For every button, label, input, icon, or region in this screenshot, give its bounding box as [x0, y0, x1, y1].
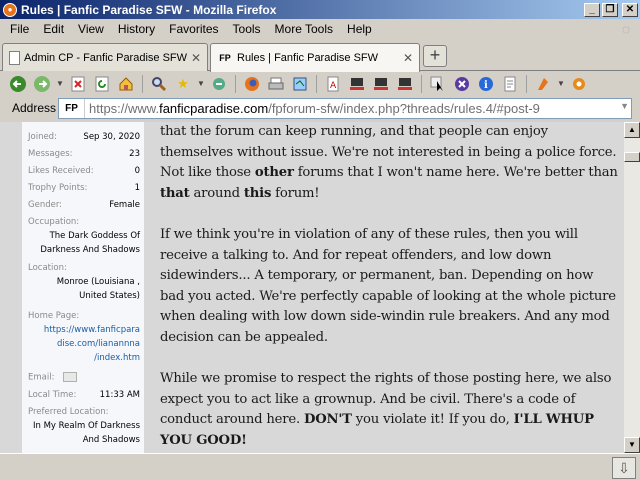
likes-row: Likes Received: 0: [28, 166, 140, 176]
tab-admin-cp[interactable]: Admin CP - Fanfic Paradise SFW ✕: [2, 43, 208, 71]
restore-button[interactable]: ❐: [602, 2, 618, 17]
scroll-down-icon[interactable]: ▼: [624, 437, 640, 453]
reload-icon[interactable]: [92, 74, 112, 94]
navigation-toolbar: ▼ ★ ▼ A i ▼: [0, 71, 640, 96]
svg-text:i: i: [484, 80, 488, 91]
firefox-icon[interactable]: [242, 74, 262, 94]
menu-help[interactable]: Help: [341, 22, 380, 36]
firefox-icon: ●: [3, 2, 17, 17]
stop-icon[interactable]: [68, 74, 88, 94]
joined-row: Joined: Sep 30, 2020: [28, 132, 140, 142]
pdf-icon[interactable]: A: [323, 74, 343, 94]
preferred-location-block: Preferred Location: In My Realm Of Darkn…: [28, 407, 140, 445]
throbber-icon: ◌: [621, 21, 631, 37]
post-paragraph-3: While we promise to respect the rights o…: [160, 371, 612, 448]
address-label: Address: [12, 101, 57, 115]
fp-favicon-icon: FP: [59, 99, 85, 118]
close-tab-icon[interactable]: ✕: [403, 51, 413, 65]
page-content: Joined: Sep 30, 2020 Messages: 23 Likes …: [0, 122, 624, 453]
svg-text:A: A: [330, 81, 337, 91]
vertical-scrollbar[interactable]: ▲ ▼: [624, 122, 640, 453]
close-tab-icon[interactable]: ✕: [191, 51, 201, 65]
window-titlebar: ● Rules | Fanfic Paradise SFW - Mozilla …: [0, 0, 640, 19]
url-text[interactable]: https://www.fanficparadise.com/fpforum-s…: [89, 101, 540, 116]
email-icon[interactable]: [63, 372, 78, 382]
close-icon[interactable]: [452, 74, 472, 94]
tab-strip: Admin CP - Fanfic Paradise SFW ✕ FP Rule…: [0, 39, 640, 72]
user-info-sidebar: Joined: Sep 30, 2020 Messages: 23 Likes …: [22, 122, 144, 453]
fp-favicon-icon: FP: [219, 53, 231, 63]
notes-icon[interactable]: [500, 74, 520, 94]
gender-row: Gender: Female: [28, 200, 140, 210]
search-icon[interactable]: [149, 74, 169, 94]
post-paragraph-2: If we think you're in violation of any o…: [160, 227, 616, 345]
url-input[interactable]: FP https://www.fanficparadise.com/fpforu…: [58, 98, 632, 119]
back-icon[interactable]: [8, 74, 28, 94]
status-bar: ⇩: [0, 453, 640, 480]
info-icon[interactable]: i: [476, 74, 496, 94]
email-row: Email:: [28, 372, 140, 383]
menu-favorites[interactable]: Favorites: [163, 22, 226, 36]
addon-dropdown-icon[interactable]: ▼: [557, 79, 565, 88]
homepage-block: Home Page: https://www.fanficpara dise.co…: [28, 311, 140, 365]
bookmark-star-icon[interactable]: ★: [173, 74, 193, 94]
post-text: that the forum can keep running, and tha…: [160, 122, 620, 453]
computer-icon[interactable]: [371, 74, 391, 94]
computer-icon[interactable]: [347, 74, 367, 94]
history-dropdown-icon[interactable]: ▼: [56, 79, 64, 88]
address-bar: Address FP https://www.fanficparadise.co…: [0, 96, 640, 120]
scroll-thumb[interactable]: [624, 152, 640, 162]
refresh-icon[interactable]: [209, 74, 229, 94]
menu-view[interactable]: View: [72, 22, 112, 36]
close-window-button[interactable]: ✕: [622, 2, 638, 17]
menu-edit[interactable]: Edit: [37, 22, 72, 36]
menu-bar: File Edit View History Favorites Tools M…: [0, 19, 640, 39]
forward-icon[interactable]: [32, 74, 52, 94]
local-time-row: Local Time: 11:33 AM: [28, 390, 140, 400]
location-block: Location: Monroe (Louisiana , United Stat…: [28, 263, 140, 301]
trophy-points-row: Trophy Points: 1: [28, 183, 140, 193]
messages-row: Messages: 23: [28, 149, 140, 159]
page-icon: [9, 50, 20, 65]
chevron-down-icon[interactable]: ▼: [620, 101, 629, 111]
homepage-link[interactable]: https://www.fanficpara dise.com/lianannna…: [28, 323, 140, 365]
tab-label: Admin CP - Fanfic Paradise SFW: [24, 51, 187, 64]
page-icon[interactable]: [290, 74, 310, 94]
menu-history[interactable]: History: [112, 22, 163, 36]
tab-label: Rules | Fanfic Paradise SFW: [237, 52, 379, 64]
post-body: that the forum can keep running, and tha…: [146, 122, 624, 453]
download-icon[interactable]: ⇩: [612, 457, 636, 479]
print-icon[interactable]: [266, 74, 286, 94]
menu-more-tools[interactable]: More Tools: [269, 22, 341, 36]
settings-icon[interactable]: [569, 74, 589, 94]
new-tab-button[interactable]: +: [423, 45, 447, 67]
cursor-icon[interactable]: [428, 74, 448, 94]
menu-tools[interactable]: Tools: [227, 22, 269, 36]
tab-rules[interactable]: FP Rules | Fanfic Paradise SFW ✕: [210, 43, 420, 72]
window-title: Rules | Fanfic Paradise SFW - Mozilla Fi…: [21, 2, 277, 17]
menu-file[interactable]: File: [4, 22, 37, 36]
occupation-block: Occupation: The Dark Goddess Of Darkness …: [28, 217, 140, 255]
bookmark-dropdown-icon[interactable]: ▼: [197, 79, 205, 88]
post-paragraph-1: that the forum can keep running, and tha…: [160, 124, 618, 201]
scroll-up-icon[interactable]: ▲: [624, 122, 640, 138]
home-icon[interactable]: [116, 74, 136, 94]
minimize-button[interactable]: _: [584, 2, 600, 17]
addon-icon[interactable]: [533, 74, 553, 94]
computer-icon[interactable]: [395, 74, 415, 94]
